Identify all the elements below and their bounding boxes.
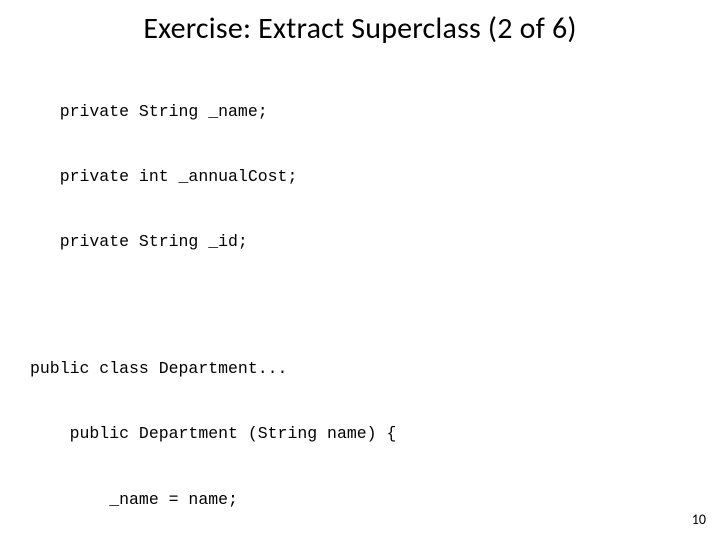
class-definition: public class Department... public Depart… xyxy=(0,314,720,540)
page-number: 10 xyxy=(692,511,706,528)
code-line: private int _annualCost; xyxy=(30,166,720,188)
code-line: private String _name; xyxy=(30,101,720,123)
code-line: public Department (String name) { xyxy=(30,423,720,445)
slide-title: Exercise: Extract Superclass (2 of 6) xyxy=(0,0,720,53)
field-declarations: private String _name; private int _annua… xyxy=(0,57,720,296)
code-line: _name = name; xyxy=(30,489,720,511)
slide: Exercise: Extract Superclass (2 of 6) pr… xyxy=(0,0,720,540)
code-line: private String _id; xyxy=(30,231,720,253)
code-line: public class Department... xyxy=(30,358,720,380)
